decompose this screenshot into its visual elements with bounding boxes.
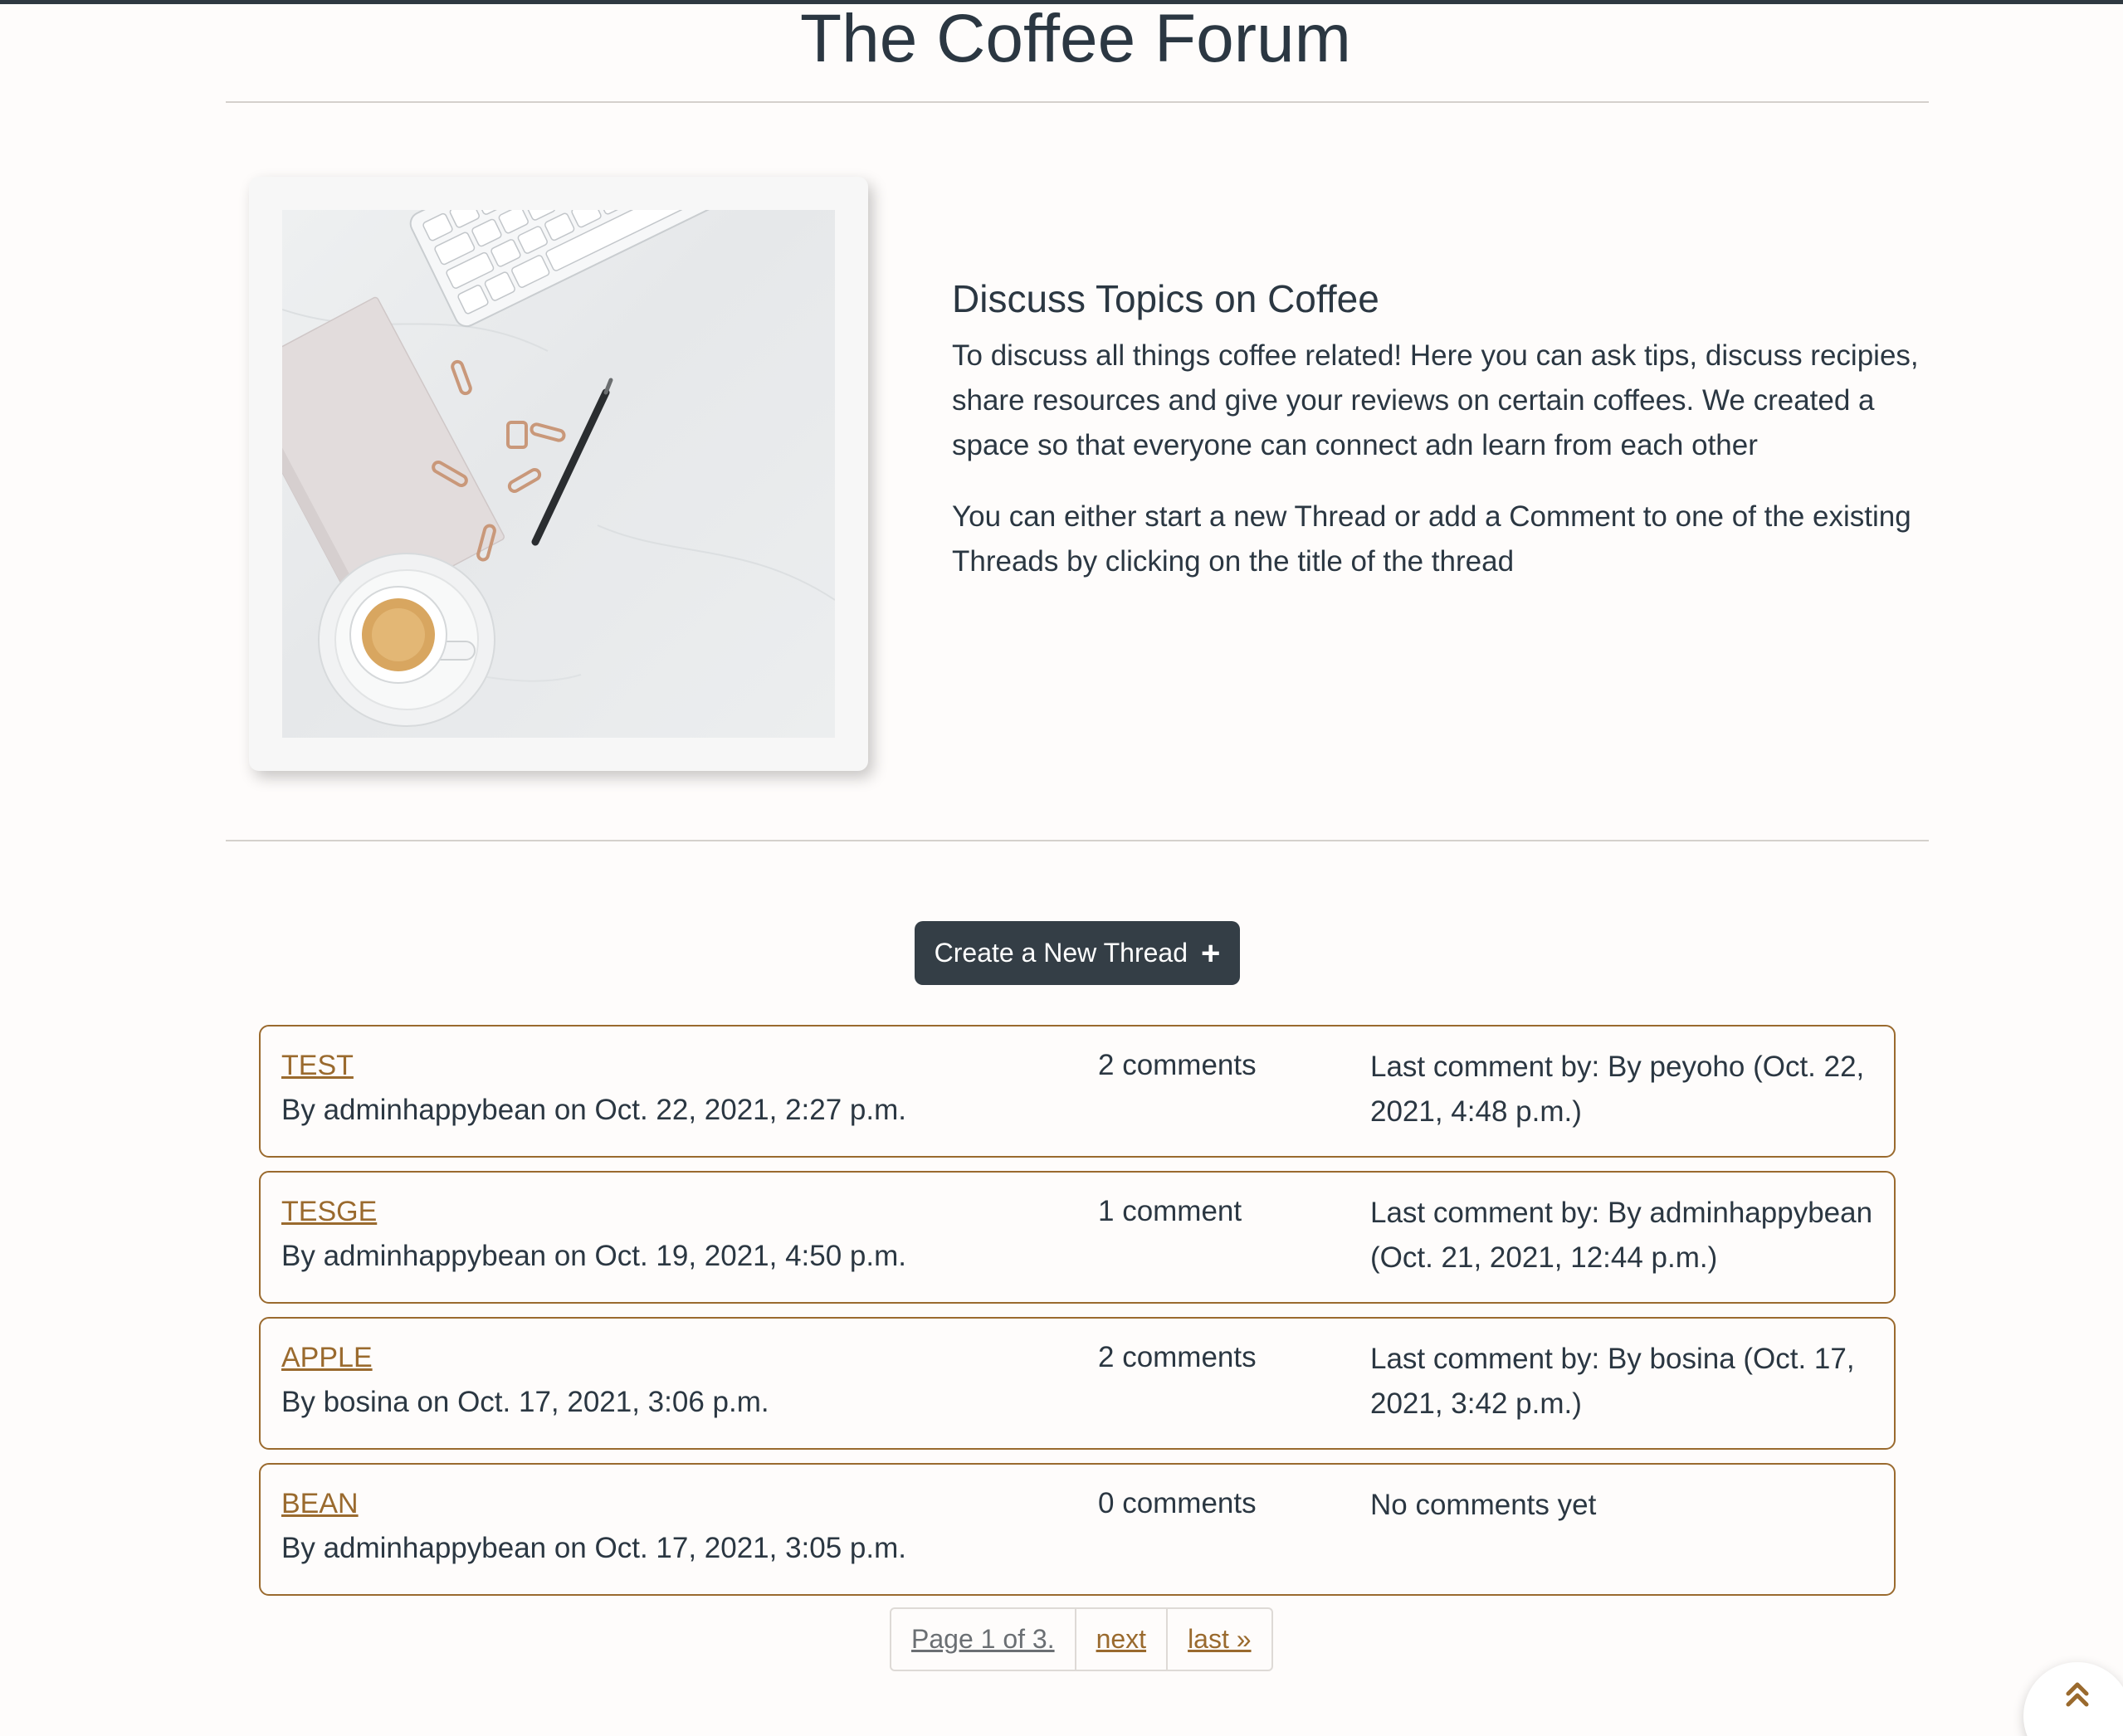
pagination: Page 1 of 3. next last » <box>890 1607 1273 1671</box>
thread-title-link[interactable]: TEST <box>281 1045 354 1086</box>
back-to-top-button[interactable] <box>2023 1662 2123 1736</box>
thread-row: BEAN By adminhappybean on Oct. 17, 2021,… <box>259 1463 1896 1596</box>
hero-image <box>282 210 835 738</box>
page: The Coffee Forum Discuss Topics on Coffe… <box>0 0 2123 1736</box>
site-title: The Coffee Forum <box>800 1 1351 76</box>
thread-title-link[interactable]: APPLE <box>281 1337 373 1378</box>
hero-image-card <box>249 177 868 771</box>
double-chevron-up-icon <box>2066 1682 2089 1707</box>
create-thread-button[interactable]: Create a New Thread + <box>915 921 1240 985</box>
intro-paragraph-2: You can either start a new Thread or add… <box>952 500 1911 578</box>
pagination-next-link[interactable]: next <box>1074 1609 1166 1670</box>
thread-byline: By adminhappybean on Oct. 17, 2021, 3:05… <box>281 1532 906 1564</box>
thread-comment-count: 2 comments <box>1098 1049 1257 1081</box>
thread-comment-count: 1 comment <box>1098 1195 1242 1227</box>
thread-row: TESGE By adminhappybean on Oct. 19, 2021… <box>259 1171 1896 1304</box>
thread-row: APPLE By bosina on Oct. 17, 2021, 3:06 p… <box>259 1317 1896 1450</box>
thread-row: TEST By adminhappybean on Oct. 22, 2021,… <box>259 1025 1896 1158</box>
divider-middle <box>226 840 1929 841</box>
thread-comment-count: 2 comments <box>1098 1341 1257 1373</box>
thread-title-link[interactable]: BEAN <box>281 1483 359 1524</box>
pagination-last-link[interactable]: last » <box>1166 1609 1271 1670</box>
thread-byline: By adminhappybean on Oct. 19, 2021, 4:50… <box>281 1240 906 1272</box>
thread-title-link[interactable]: TESGE <box>281 1191 377 1232</box>
thread-last-comment: Last comment by: By bosina (Oct. 17, 202… <box>1370 1343 1855 1420</box>
thread-comment-count: 0 comments <box>1098 1487 1257 1519</box>
intro-paragraph-1: To discuss all things coffee related! He… <box>952 339 1919 461</box>
thread-byline: By adminhappybean on Oct. 22, 2021, 2:27… <box>281 1094 906 1126</box>
plus-icon: + <box>1200 934 1221 972</box>
thread-last-comment: No comments yet <box>1370 1489 1597 1521</box>
intro-heading: Discuss Topics on Coffee <box>952 277 1379 320</box>
thread-last-comment: Last comment by: By adminhappybean (Oct.… <box>1370 1197 1873 1274</box>
thread-byline: By bosina on Oct. 17, 2021, 3:06 p.m. <box>281 1386 769 1418</box>
pagination-current-page: Page 1 of 3. <box>911 1624 1055 1654</box>
create-thread-label: Create a New Thread <box>934 938 1188 968</box>
divider-top <box>226 101 1929 103</box>
thread-last-comment: Last comment by: By peyoho (Oct. 22, 202… <box>1370 1051 1865 1128</box>
intro-section: Discuss Topics on Coffee To discuss all … <box>952 274 1923 611</box>
